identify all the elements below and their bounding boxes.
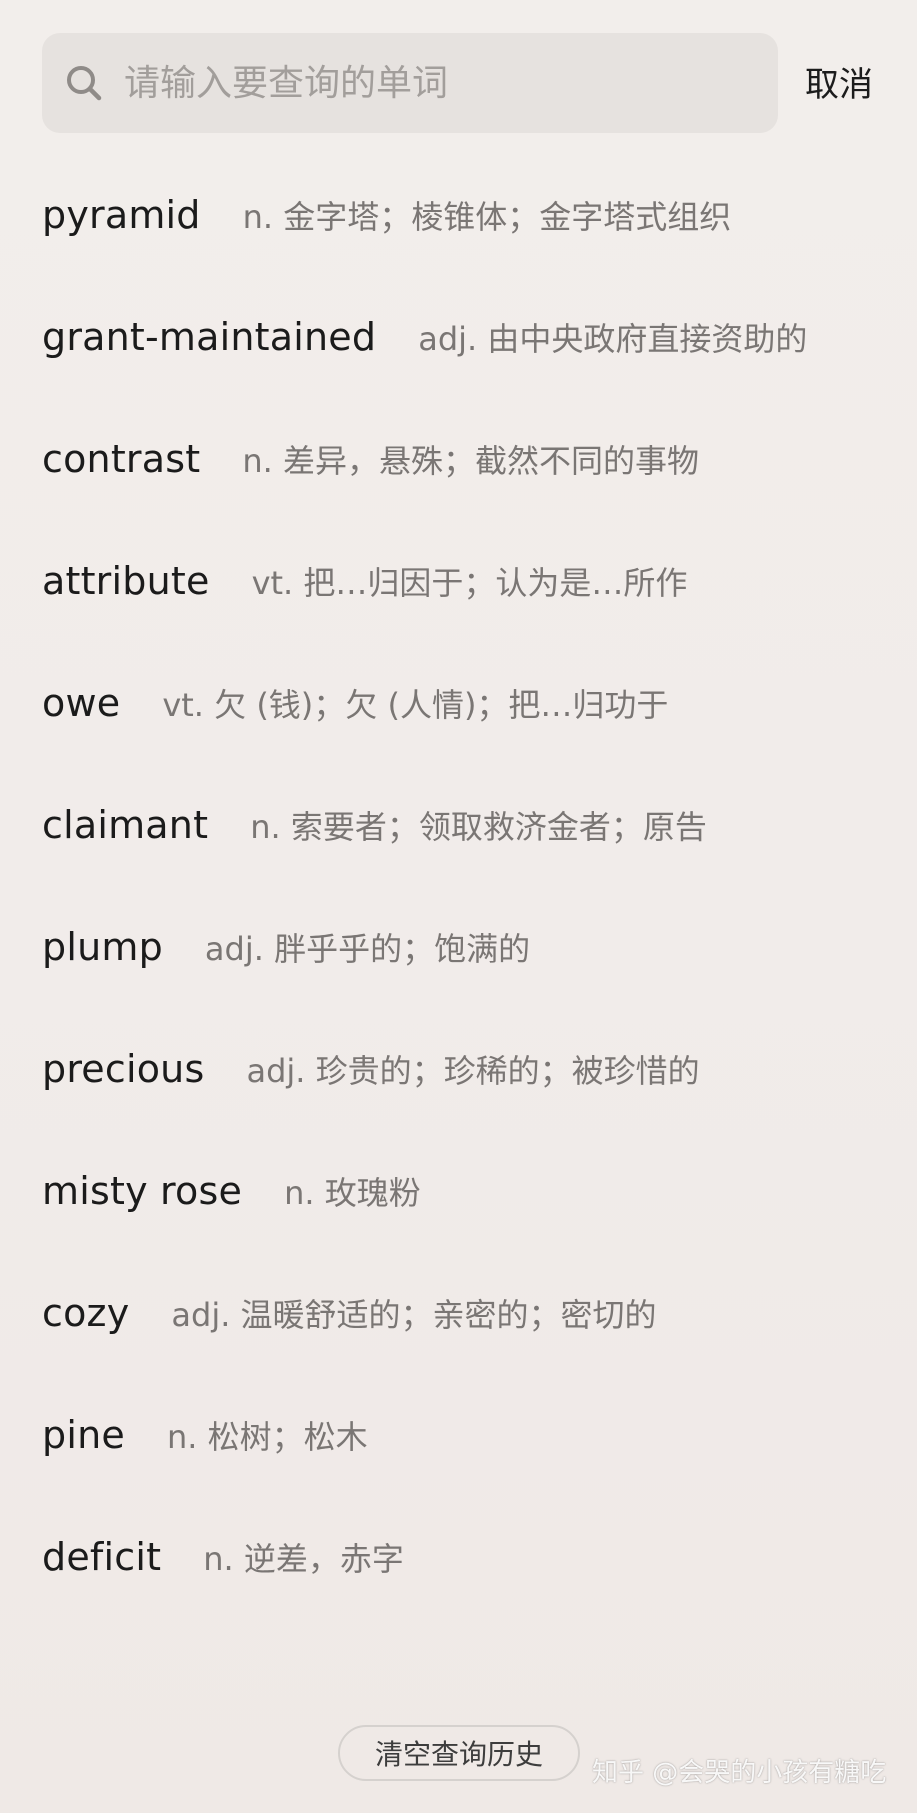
- history-word: plump: [42, 925, 163, 969]
- history-definition: adj. 珍贵的；珍稀的；被珍惜的: [246, 1052, 700, 1090]
- history-item[interactable]: claimant n. 索要者；领取救济金者；原告: [42, 764, 902, 886]
- history-item[interactable]: deficit n. 逆差，赤字: [42, 1496, 902, 1618]
- history-word: precious: [42, 1047, 205, 1091]
- search-icon: [64, 63, 104, 103]
- cancel-button[interactable]: 取消: [805, 60, 873, 110]
- search-input[interactable]: [124, 33, 764, 133]
- history-definition: adj. 胖乎乎的；饱满的: [204, 930, 531, 968]
- history-definition: n. 玫瑰粉: [284, 1174, 421, 1212]
- history-item[interactable]: pyramid n. 金字塔；棱锥体；金字塔式组织: [42, 154, 902, 276]
- history-item[interactable]: attribute vt. 把…归因于；认为是…所作: [42, 520, 902, 642]
- history-definition: n. 差异，悬殊；截然不同的事物: [242, 442, 699, 480]
- history-word: pine: [42, 1413, 125, 1457]
- history-definition: n. 金字塔；棱锥体；金字塔式组织: [242, 198, 732, 236]
- history-item[interactable]: plump adj. 胖乎乎的；饱满的: [42, 886, 902, 1008]
- history-definition: n. 索要者；领取救济金者；原告: [250, 808, 707, 846]
- history-definition: adj. 由中央政府直接资助的: [418, 320, 808, 358]
- history-word: deficit: [42, 1535, 162, 1579]
- history-word: contrast: [42, 437, 201, 481]
- history-item[interactable]: pine n. 松树；松木: [42, 1374, 902, 1496]
- history-word: attribute: [42, 559, 210, 603]
- history-definition: n. 逆差，赤字: [203, 1540, 404, 1578]
- history-item[interactable]: grant-maintained adj. 由中央政府直接资助的: [42, 276, 902, 398]
- history-word: cozy: [42, 1291, 130, 1335]
- search-history-list: pyramid n. 金字塔；棱锥体；金字塔式组织 grant-maintain…: [42, 154, 902, 1618]
- history-item[interactable]: precious adj. 珍贵的；珍稀的；被珍惜的: [42, 1008, 902, 1130]
- clear-history-button[interactable]: 清空查询历史: [338, 1725, 580, 1781]
- history-definition: adj. 温暖舒适的；亲密的；密切的: [171, 1296, 657, 1334]
- history-definition: n. 松树；松木: [166, 1418, 368, 1456]
- history-item[interactable]: cozy adj. 温暖舒适的；亲密的；密切的: [42, 1252, 902, 1374]
- history-item[interactable]: owe vt. 欠 (钱)；欠 (人情)；把…归功于: [42, 642, 902, 764]
- history-word: owe: [42, 681, 121, 725]
- history-word: claimant: [42, 803, 209, 847]
- history-definition: vt. 欠 (钱)；欠 (人情)；把…归功于: [162, 686, 669, 724]
- history-item[interactable]: contrast n. 差异，悬殊；截然不同的事物: [42, 398, 902, 520]
- history-word: misty rose: [42, 1169, 243, 1213]
- watermark: 知乎 @会哭的小孩有糖吃: [592, 1758, 887, 1788]
- history-definition: vt. 把…归因于；认为是…所作: [251, 564, 688, 602]
- history-item[interactable]: misty rose n. 玫瑰粉: [42, 1130, 902, 1252]
- history-word: pyramid: [42, 193, 201, 237]
- search-bar[interactable]: [42, 33, 778, 133]
- history-word: grant-maintained: [42, 315, 377, 359]
